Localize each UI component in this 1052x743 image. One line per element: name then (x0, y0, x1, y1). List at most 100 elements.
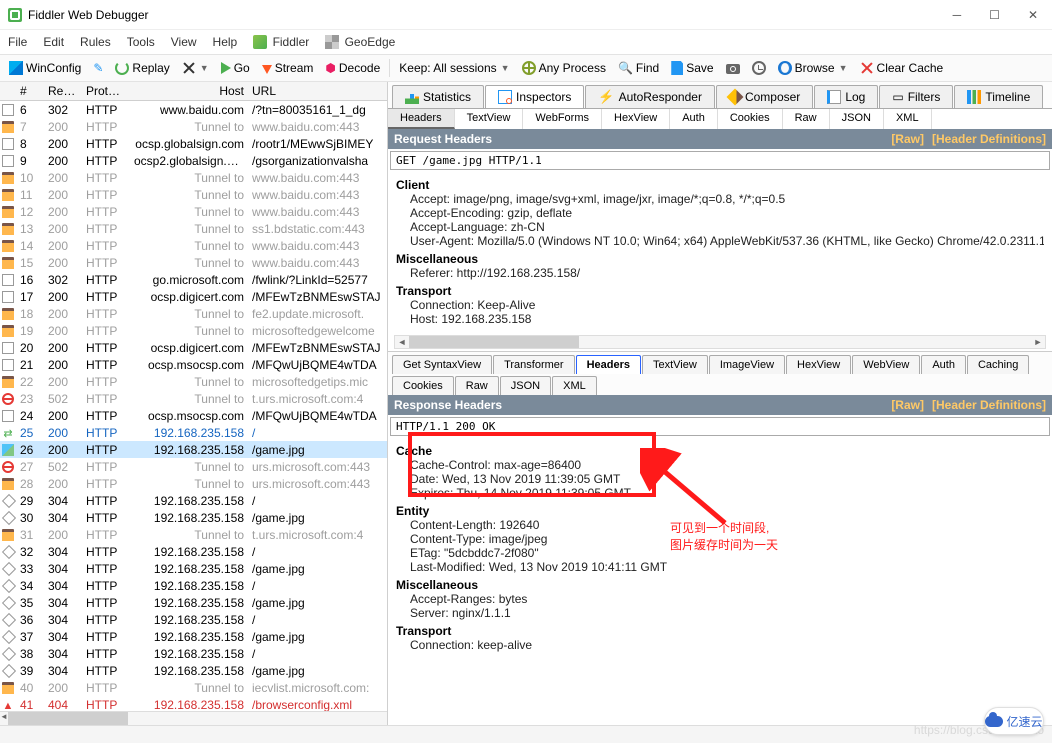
maximize-button[interactable]: ☐ (989, 8, 1000, 22)
menu-tools[interactable]: Tools (127, 35, 155, 49)
resp-tab-json[interactable]: JSON (500, 376, 551, 395)
resp-tab-webview[interactable]: WebView (852, 355, 920, 374)
col-id[interactable]: # (16, 82, 44, 100)
session-row[interactable]: 17200HTTPocsp.digicert.com/MFEwTzBNMEswS… (0, 288, 387, 305)
session-row[interactable]: 10200HTTPTunnel towww.baidu.com:443 (0, 169, 387, 186)
tab-autoresponder[interactable]: ⚡AutoResponder (585, 85, 715, 108)
session-row[interactable]: 36304HTTP192.168.235.158/ (0, 611, 387, 628)
stream-button[interactable]: Stream (257, 59, 319, 77)
keep-sessions-button[interactable]: Keep: All sessions▼ (394, 59, 514, 77)
close-button[interactable]: ✕ (1028, 8, 1038, 22)
session-row[interactable]: 13200HTTPTunnel toss1.bdstatic.com:443 (0, 220, 387, 237)
resp-tab-cookies[interactable]: Cookies (392, 376, 454, 395)
go-button[interactable]: Go (216, 59, 255, 77)
session-row[interactable]: 37304HTTP192.168.235.158/game.jpg (0, 628, 387, 645)
session-row[interactable]: 26200HTTP192.168.235.158/game.jpg (0, 441, 387, 458)
any-process-button[interactable]: Any Process (517, 59, 611, 77)
session-row[interactable]: 16302HTTPgo.microsoft.com/fwlink/?LinkId… (0, 271, 387, 288)
tab-log[interactable]: Log (814, 85, 878, 108)
session-row[interactable]: 21200HTTPocsp.msocsp.com/MFQwUjBQME4wTDA (0, 356, 387, 373)
clear-cache-button[interactable]: Clear Cache (855, 59, 949, 77)
session-row[interactable]: 34304HTTP192.168.235.158/ (0, 577, 387, 594)
save-button[interactable]: Save (666, 59, 718, 77)
menu-edit[interactable]: Edit (43, 35, 64, 49)
session-row[interactable]: 29304HTTP192.168.235.158/ (0, 492, 387, 509)
replay-button[interactable]: Replay (110, 59, 174, 77)
menu-fiddler[interactable]: Fiddler (253, 35, 309, 50)
resp-tab-raw[interactable]: Raw (455, 376, 499, 395)
req-tab-auth[interactable]: Auth (670, 109, 718, 129)
minimize-button[interactable]: ─ (953, 8, 962, 22)
resp-header-definitions-link[interactable]: [Header Definitions] (932, 398, 1046, 412)
tab-filters[interactable]: ▭Filters (879, 85, 953, 108)
session-row[interactable]: 18200HTTPTunnel tofe2.update.microsoft. (0, 305, 387, 322)
resp-tab-caching[interactable]: Caching (967, 355, 1029, 374)
tab-composer[interactable]: Composer (716, 85, 813, 108)
session-row[interactable]: 35304HTTP192.168.235.158/game.jpg (0, 594, 387, 611)
col-url[interactable]: URL (248, 82, 387, 100)
comment-button[interactable]: ✎ (88, 59, 108, 77)
request-h-scrollbar[interactable]: ◄► (394, 335, 1046, 349)
menu-help[interactable]: Help (213, 35, 238, 49)
session-row[interactable]: ⇄25200HTTP192.168.235.158/ (0, 424, 387, 441)
session-row[interactable]: 31200HTTPTunnel tot.urs.microsoft.com:4 (0, 526, 387, 543)
browse-button[interactable]: Browse▼ (773, 59, 853, 77)
session-row[interactable]: 24200HTTPocsp.msocsp.com/MFQwUjBQME4wTDA (0, 407, 387, 424)
session-row[interactable]: 33304HTTP192.168.235.158/game.jpg (0, 560, 387, 577)
resp-tab-xml[interactable]: XML (552, 376, 597, 395)
req-tab-hexview[interactable]: HexView (602, 109, 670, 129)
resp-tab-transformer[interactable]: Transformer (493, 355, 575, 374)
resp-tab-auth[interactable]: Auth (921, 355, 966, 374)
session-row[interactable]: 32304HTTP192.168.235.158/ (0, 543, 387, 560)
h-scrollbar[interactable]: ◄ (0, 711, 387, 725)
session-row[interactable]: 9200HTTPocsp2.globalsign.com/gsorganizat… (0, 152, 387, 169)
menu-rules[interactable]: Rules (80, 35, 111, 49)
tab-inspectors[interactable]: Inspectors (485, 85, 584, 108)
col-protocol[interactable]: Protocol (82, 82, 130, 100)
session-row[interactable]: 14200HTTPTunnel towww.baidu.com:443 (0, 237, 387, 254)
session-row[interactable]: 20200HTTPocsp.digicert.com/MFEwTzBNMEswS… (0, 339, 387, 356)
req-tab-raw[interactable]: Raw (783, 109, 830, 129)
header-definitions-link[interactable]: [Header Definitions] (932, 132, 1046, 146)
req-tab-json[interactable]: JSON (830, 109, 884, 129)
raw-link[interactable]: [Raw] (891, 132, 924, 146)
session-row[interactable]: 30304HTTP192.168.235.158/game.jpg (0, 509, 387, 526)
tab-statistics[interactable]: Statistics (392, 85, 484, 108)
session-row[interactable]: 11200HTTPTunnel towww.baidu.com:443 (0, 186, 387, 203)
session-row[interactable]: 38304HTTP192.168.235.158/ (0, 645, 387, 662)
session-row[interactable]: 23502HTTPTunnel tot.urs.microsoft.com:4 (0, 390, 387, 407)
req-tab-textview[interactable]: TextView (455, 109, 524, 129)
session-row[interactable]: 8200HTTPocsp.globalsign.com/rootr1/MEwwS… (0, 135, 387, 152)
req-tab-webforms[interactable]: WebForms (523, 109, 602, 129)
menu-view[interactable]: View (171, 35, 197, 49)
menu-geoedge[interactable]: GeoEdge (325, 35, 395, 50)
req-tab-headers[interactable]: Headers (388, 109, 455, 129)
session-row[interactable]: 15200HTTPTunnel towww.baidu.com:443 (0, 254, 387, 271)
resp-tab-headers[interactable]: Headers (576, 355, 641, 374)
session-row[interactable]: 28200HTTPTunnel tours.microsoft.com:443 (0, 475, 387, 492)
timer-button[interactable] (747, 59, 771, 77)
resp-tab-get-syntaxview[interactable]: Get SyntaxView (392, 355, 492, 374)
remove-button[interactable]: ▼ (177, 59, 214, 77)
session-row[interactable]: 12200HTTPTunnel towww.baidu.com:443 (0, 203, 387, 220)
req-tab-cookies[interactable]: Cookies (718, 109, 783, 129)
session-row[interactable]: 40200HTTPTunnel toiecvlist.microsoft.com… (0, 679, 387, 696)
session-row[interactable]: 6302HTTPwww.baidu.com/?tn=80035161_1_dg (0, 101, 387, 118)
tab-timeline[interactable]: Timeline (954, 85, 1043, 108)
session-row[interactable]: 22200HTTPTunnel tomicrosoftedgetips.mic (0, 373, 387, 390)
screenshot-button[interactable] (721, 60, 745, 76)
req-tab-xml[interactable]: XML (884, 109, 932, 129)
col-result[interactable]: Result (44, 82, 82, 100)
resp-tab-hexview[interactable]: HexView (786, 355, 851, 374)
col-host[interactable]: Host (130, 82, 248, 100)
resp-raw-link[interactable]: [Raw] (891, 398, 924, 412)
session-row[interactable]: 27502HTTPTunnel tours.microsoft.com:443 (0, 458, 387, 475)
find-button[interactable]: 🔍Find (613, 59, 664, 77)
session-row[interactable]: 19200HTTPTunnel tomicrosoftedgewelcome (0, 322, 387, 339)
winconfig-button[interactable]: WinConfig (4, 59, 86, 77)
menu-file[interactable]: File (8, 35, 27, 49)
resp-tab-textview[interactable]: TextView (642, 355, 708, 374)
session-row[interactable]: 7200HTTPTunnel towww.baidu.com:443 (0, 118, 387, 135)
session-row[interactable]: ▲41404HTTP192.168.235.158/browserconfig.… (0, 696, 387, 711)
grid-body[interactable]: 6302HTTPwww.baidu.com/?tn=80035161_1_dg7… (0, 101, 387, 711)
